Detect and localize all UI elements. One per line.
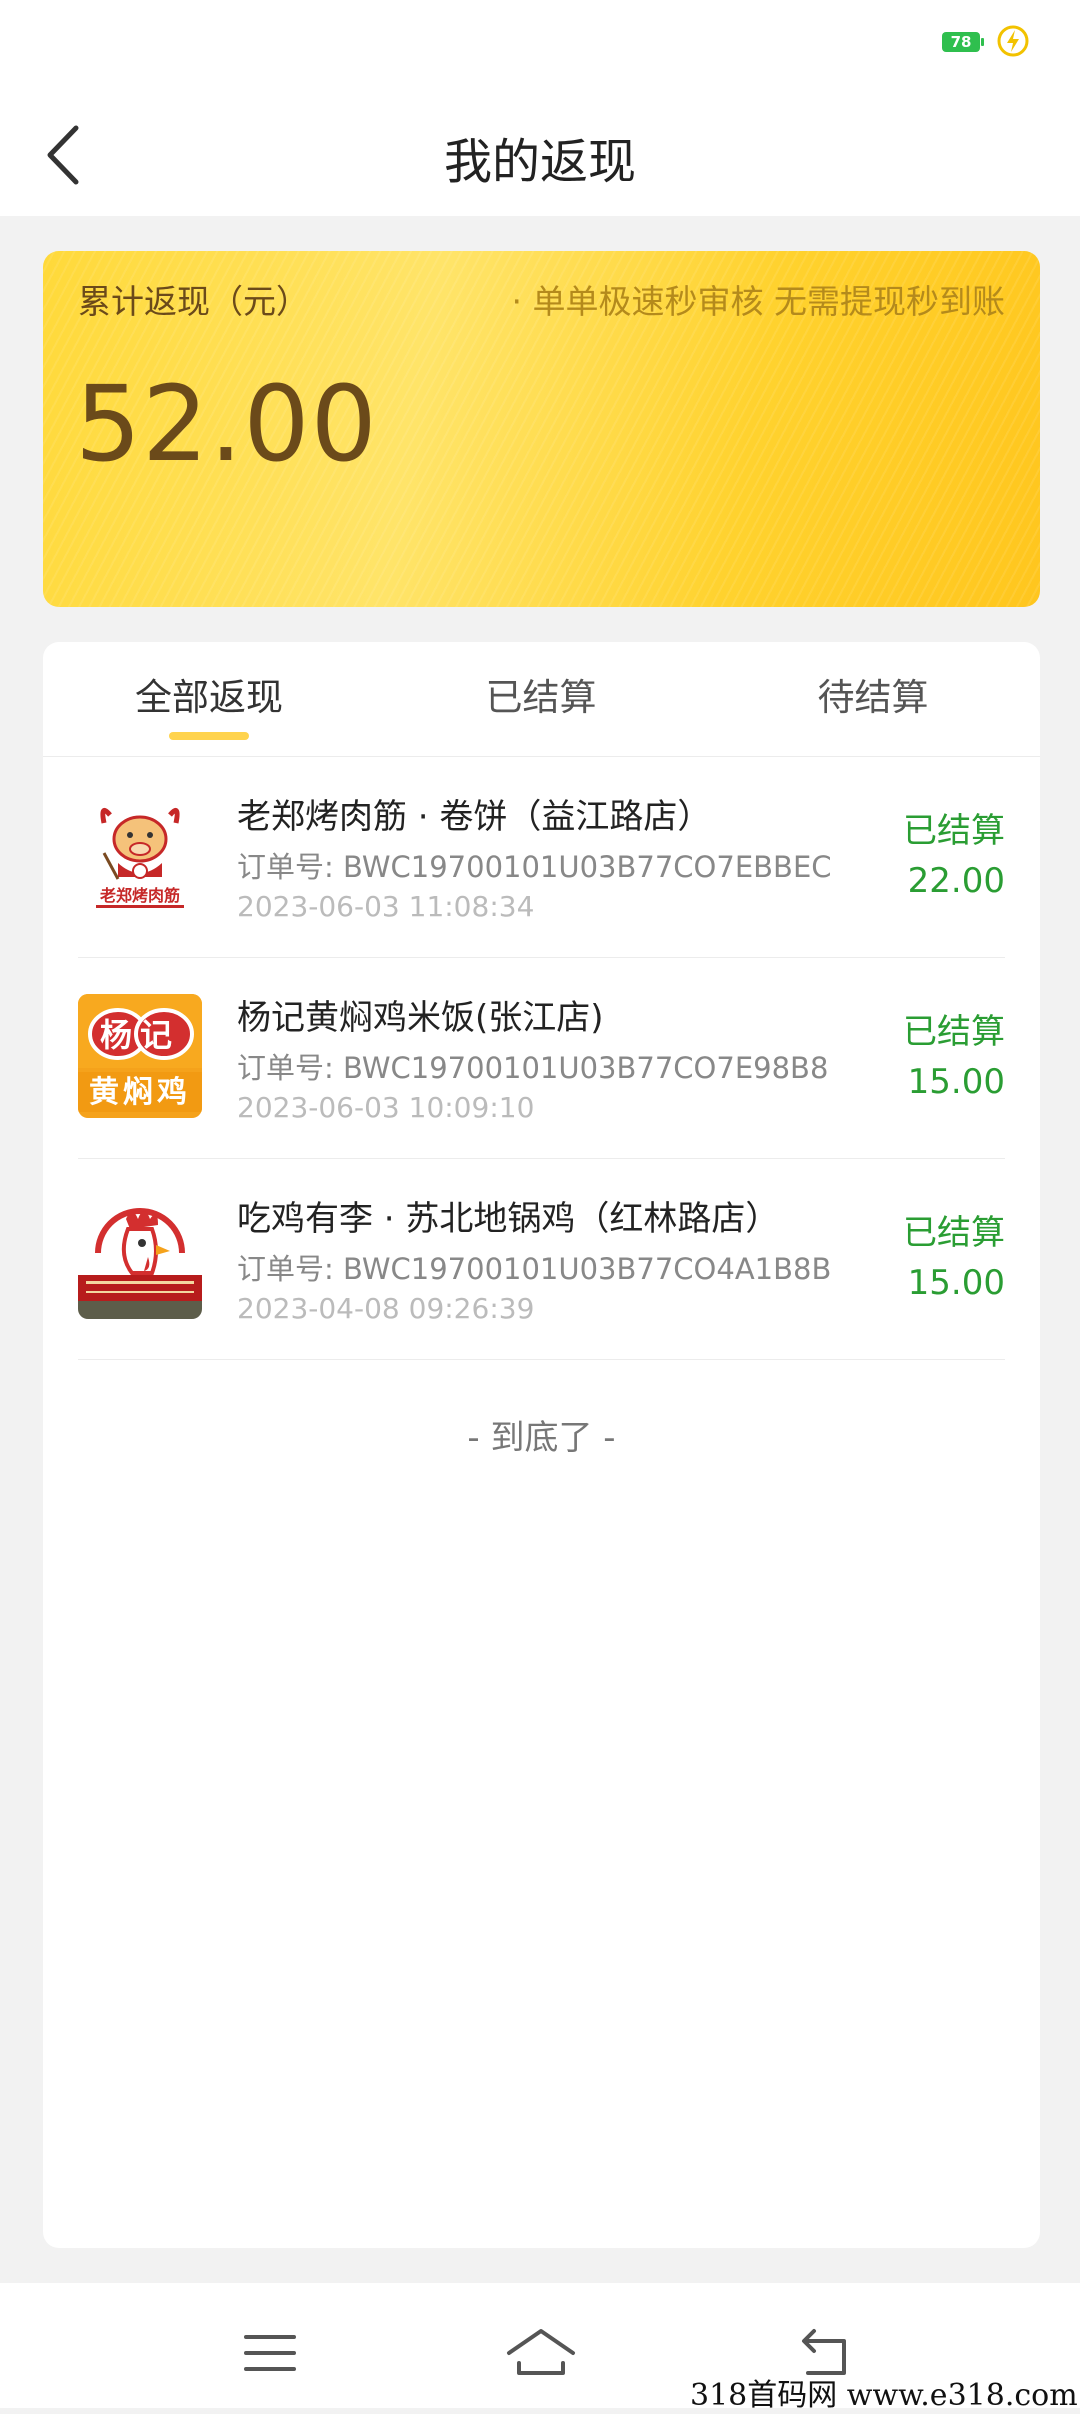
shop-logo-yangji: 杨记 黄焖鸡 [78, 994, 202, 1118]
order-number: 订单号: BWC19700101U03B77CO7E98B8 [237, 1051, 829, 1085]
tab-pending[interactable]: 待结算 [707, 642, 1039, 757]
order-time: 2023-06-03 11:08:34 [237, 890, 535, 923]
menu-icon[interactable] [240, 2323, 300, 2383]
top-nav-bar: 我的返现 [0, 84, 1080, 216]
order-time: 2023-06-03 10:09:10 [237, 1091, 535, 1124]
status-bar: 78 [0, 0, 1080, 84]
home-icon[interactable] [505, 2323, 577, 2383]
shop-name: 吃鸡有李 · 苏北地锅鸡（红林路店） [237, 1199, 780, 1239]
shop-logo-laozheng: 老郑烤肉筋 [78, 793, 202, 917]
shop-logo-chijiyouli [78, 1195, 202, 1319]
charging-icon [997, 25, 1029, 57]
total-cashback-amount: 52.00 [75, 363, 378, 485]
order-time: 2023-04-08 09:26:39 [237, 1292, 535, 1325]
order-status: 已结算 [903, 1012, 1005, 1052]
order-amount: 15.00 [907, 1263, 1005, 1303]
cartoon-cow-chef-icon: 老郑烤肉筋 [78, 793, 202, 917]
rooster-head-icon [78, 1195, 202, 1319]
active-tab-indicator [169, 732, 249, 740]
logo-text-top: 杨记 [100, 1016, 180, 1054]
logo-text: 老郑烤肉筋 [99, 886, 180, 905]
total-cashback-label: 累计返现（元） [78, 282, 309, 321]
order-status: 已结算 [903, 1213, 1005, 1253]
order-number: 订单号: BWC19700101U03B77CO4A1B8B [237, 1252, 832, 1286]
order-amount: 22.00 [907, 861, 1005, 901]
site-watermark: 318首码网 www.e318.com [690, 2378, 1078, 2413]
page-title: 我的返现 [443, 134, 636, 190]
order-row[interactable]: 老郑烤肉筋 老郑烤肉筋 · 卷饼（益江路店） 订单号: BWC19700101U… [78, 757, 1005, 958]
battery-icon: 78 [942, 32, 984, 52]
list-end-indicator: - 到底了 - [467, 1418, 616, 1458]
yangji-logo-icon: 杨记 黄焖鸡 [78, 994, 202, 1118]
cashback-summary-card: 累计返现（元） · 单单极速秒审核 无需提现秒到账 52.00 [43, 251, 1040, 607]
shop-name: 杨记黄焖鸡米饭(张江店) [237, 998, 604, 1038]
order-amount: 15.00 [907, 1062, 1005, 1102]
filter-tabs: 全部返现 已结算 待结算 [43, 642, 1040, 757]
order-row[interactable]: 吃鸡有李 · 苏北地锅鸡（红林路店） 订单号: BWC19700101U03B7… [78, 1159, 1005, 1360]
promo-slogan: · 单单极速秒审核 无需提现秒到账 [511, 282, 1005, 321]
shop-name: 老郑烤肉筋 · 卷饼（益江路店） [237, 797, 712, 837]
order-row[interactable]: 杨记 黄焖鸡 杨记黄焖鸡米饭(张江店) 订单号: BWC19700101U03B… [78, 958, 1005, 1159]
cashback-list-card: 全部返现 已结算 待结算 老郑烤肉筋 老郑烤肉筋 · 卷饼（益江路店） 订单号:… [43, 642, 1040, 2248]
order-number: 订单号: BWC19700101U03B77CO7EBBEC [237, 850, 832, 884]
order-status: 已结算 [903, 811, 1005, 851]
logo-text-bottom: 黄焖鸡 [89, 1075, 191, 1110]
tab-settled[interactable]: 已结算 [375, 642, 707, 757]
